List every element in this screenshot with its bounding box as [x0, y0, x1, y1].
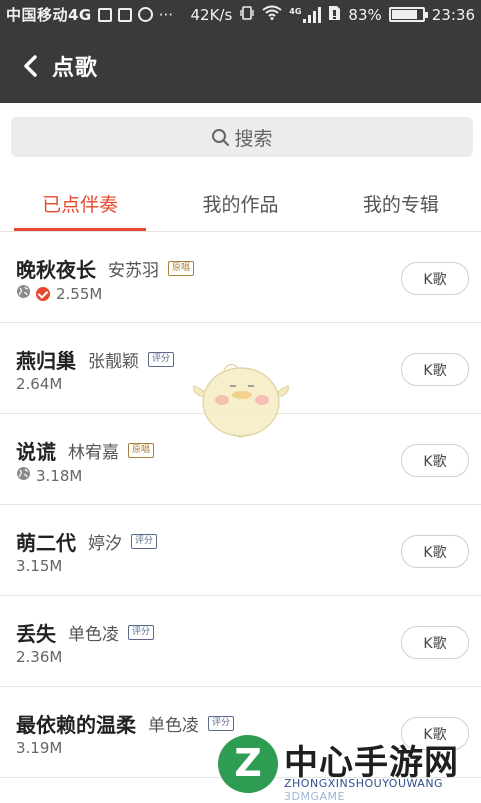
app-notification-icon	[117, 7, 132, 22]
karaoke-button[interactable]: K歌	[401, 626, 469, 659]
globe-icon	[16, 466, 31, 485]
status-bar: 中国移动4G ··· 42K/s 4G 83% 23:36	[0, 0, 481, 29]
tab-label: 已点伴奏	[42, 194, 119, 216]
tab-accompaniment[interactable]: 已点伴奏	[0, 176, 160, 231]
network-type: 4G	[289, 6, 302, 16]
song-title: 丢失	[16, 622, 56, 646]
more-notifications-icon: ···	[158, 5, 174, 24]
watermark: 中心手游网 ZHONGXINSHOUYOUWANG 3DMGAME	[214, 733, 481, 803]
clock: 23:36	[431, 5, 475, 24]
page-title: 点歌	[52, 56, 99, 81]
song-size: 3.18M	[36, 466, 83, 485]
song-row[interactable]: 萌二代 婷汐 评分 3.15M K歌	[0, 505, 481, 596]
song-size: 2.55M	[56, 284, 103, 303]
carrier-label: 中国移动4G	[6, 6, 92, 24]
globe-icon	[16, 284, 31, 303]
watermark-subtitle: ZHONGXINSHOUYOUWANG 3DMGAME	[284, 777, 481, 803]
tab-my-works[interactable]: 我的作品	[160, 176, 320, 231]
search-icon	[212, 128, 230, 146]
tab-bar: 已点伴奏 我的作品 我的专辑	[0, 176, 481, 232]
song-title: 燕归巢	[16, 349, 76, 373]
duck-mascot-icon	[193, 363, 289, 438]
network-speed: 42K/s	[190, 5, 233, 24]
tab-label: 我的专辑	[362, 194, 439, 216]
song-title: 说谎	[16, 440, 56, 464]
song-size: 2.64M	[16, 375, 63, 393]
karaoke-button[interactable]: K歌	[401, 444, 469, 477]
watermark-overlay: 3DMGAME	[284, 790, 345, 803]
song-artist: 婷汐	[88, 534, 122, 554]
site-logo-icon	[218, 735, 278, 793]
song-tag: 原唱	[168, 261, 195, 276]
wifi-icon	[262, 5, 282, 24]
song-title: 最依赖的温柔	[16, 713, 136, 737]
battery-percent: 83%	[348, 5, 382, 24]
sim-icon	[328, 5, 341, 25]
karaoke-button[interactable]: K歌	[401, 262, 469, 295]
song-size: 2.36M	[16, 648, 63, 666]
song-size: 3.15M	[16, 557, 63, 575]
song-artist: 安苏羽	[108, 261, 159, 281]
battery-icon	[388, 7, 428, 22]
song-list: 晚秋夜长 安苏羽 原唱 2.55M K歌 燕归巢 张靓颖 评分 2.64M K歌…	[0, 232, 481, 778]
song-row[interactable]: 丢失 单色凌 评分 2.36M K歌	[0, 596, 481, 687]
tab-my-albums[interactable]: 我的专辑	[321, 176, 481, 231]
tab-label: 我的作品	[202, 194, 279, 216]
song-artist: 林宥嘉	[68, 443, 119, 463]
nav-bar: 点歌	[0, 29, 481, 103]
song-artist: 单色凌	[148, 716, 199, 736]
song-tag: 原唱	[128, 443, 155, 458]
song-artist: 张靓颖	[88, 352, 139, 372]
song-tag: 评分	[128, 625, 155, 640]
song-tag: 评分	[131, 534, 158, 549]
search-placeholder: 搜索	[234, 127, 273, 150]
song-size: 3.19M	[16, 739, 63, 757]
back-arrow-icon[interactable]	[14, 49, 48, 83]
vibrate-icon	[239, 5, 255, 25]
song-title: 萌二代	[16, 531, 76, 555]
song-tag: 评分	[208, 716, 235, 731]
watermark-pinyin: ZHONGXINSHOUYOUWANG	[284, 777, 444, 790]
notification-icon	[137, 7, 153, 22]
song-tag: 评分	[148, 352, 175, 367]
check-icon	[36, 286, 50, 301]
search-bar[interactable]: 搜索	[11, 117, 473, 157]
song-artist: 单色凌	[68, 625, 119, 645]
song-title: 晚秋夜长	[16, 258, 96, 282]
song-row[interactable]: 晚秋夜长 安苏羽 原唱 2.55M K歌	[0, 232, 481, 323]
signal-icon	[303, 6, 322, 23]
karaoke-button[interactable]: K歌	[401, 535, 469, 568]
karaoke-button[interactable]: K歌	[401, 353, 469, 386]
image-notification-icon	[97, 7, 112, 22]
